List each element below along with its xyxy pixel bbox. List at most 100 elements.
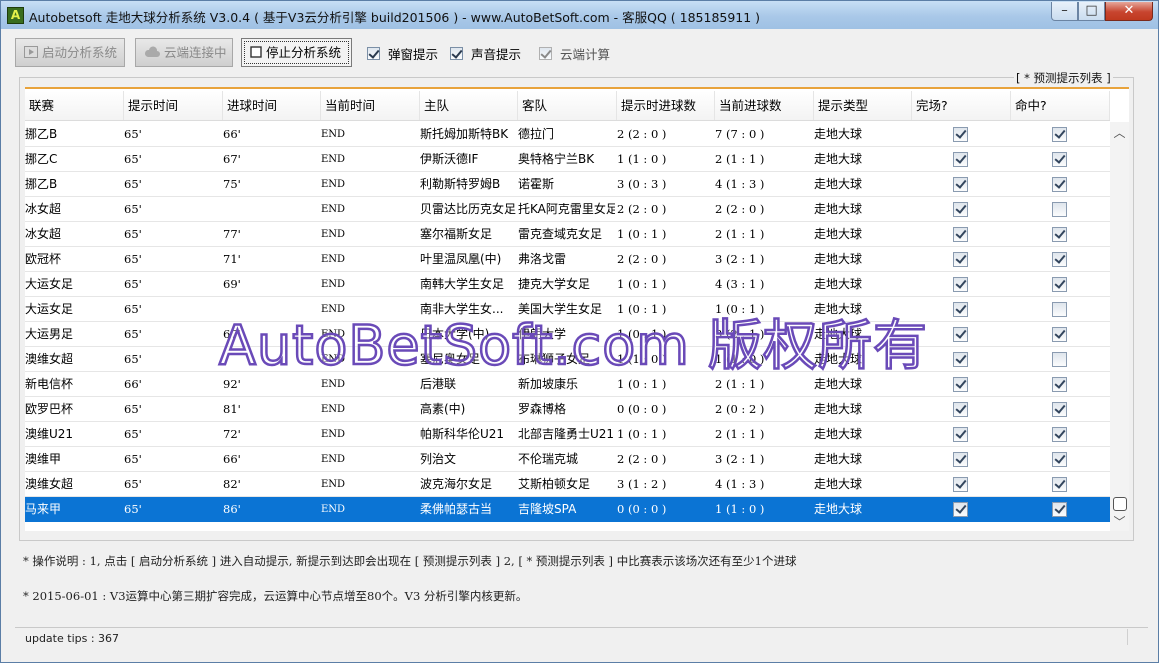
cell-home: 高素(中): [420, 402, 466, 416]
cell-cur-time: END: [321, 129, 346, 140]
table-row[interactable]: 挪乙C 65' 67' END 伊斯沃德IF 奥特格宁兰BK 1 (1 : 0 ) 2 (1 …: [25, 147, 1110, 172]
table-row[interactable]: 澳维女超 65' END 塞尼奥女足 布琳狮子女足 1 (1 : 0 ) 1 (1 : 0 …: [25, 347, 1110, 372]
table-row[interactable]: 冰女超 65' END 贝雷达比历克女足 托KA阿克雷里女足 2 (2 : 0 ) 2 (2…: [25, 197, 1110, 222]
checkbox-box[interactable]: [367, 47, 380, 60]
cell-cur-time: END: [321, 179, 346, 190]
vertical-scrollbar[interactable]: ︿ ﹀: [1110, 122, 1129, 531]
column-header[interactable]: 提示时间: [124, 91, 223, 120]
finished-checkbox[interactable]: [953, 177, 968, 192]
hit-checkbox[interactable]: [1052, 252, 1067, 267]
hit-checkbox[interactable]: [1052, 302, 1067, 317]
cell-tip-time: 65': [124, 127, 142, 141]
cloud-calc-checkbox: 云端计算: [539, 44, 610, 63]
hit-checkbox[interactable]: [1052, 227, 1067, 242]
finished-checkbox[interactable]: [953, 252, 968, 267]
cell-away: 德拉门: [518, 127, 555, 141]
cell-league: 马来甲: [25, 502, 62, 516]
scroll-down-icon[interactable]: ﹀: [1113, 513, 1126, 530]
column-header[interactable]: 提示时进球数: [617, 91, 715, 120]
table-row[interactable]: 欧冠杯 65' 71' END 叶里温凤凰(中) 弗洛戈雷 2 (2 : 0 ) 3 (2 :…: [25, 247, 1110, 272]
finished-checkbox[interactable]: [953, 152, 968, 167]
table-row[interactable]: 大运女足 65' 69' END 南韩大学生女足 捷克大学女足 1 (0 : 1 ) 4 (3…: [25, 272, 1110, 297]
column-header[interactable]: 客队: [518, 91, 617, 120]
start-analysis-button[interactable]: 启动分析系统: [15, 38, 125, 67]
hit-checkbox[interactable]: [1052, 177, 1067, 192]
table-row[interactable]: 挪乙B 65' 75' END 利勒斯特罗姆B 诺霍斯 3 (0 : 3 ) 4 (1 : 3…: [25, 172, 1110, 197]
finished-checkbox[interactable]: [953, 127, 968, 142]
scroll-thumb[interactable]: [1113, 497, 1127, 511]
column-header[interactable]: 当前进球数: [715, 91, 814, 120]
cell-goal-time: 75': [223, 177, 241, 191]
hit-checkbox[interactable]: [1052, 352, 1067, 367]
cell-league: 大运女足: [25, 277, 74, 291]
finished-checkbox[interactable]: [953, 227, 968, 242]
hit-checkbox[interactable]: [1052, 427, 1067, 442]
prediction-list[interactable]: 联赛 提示时间 进球时间 当前时间 主队 客队 提示时进球数 当前进球数 提示类…: [25, 87, 1129, 531]
cell-cur-score: 3 (2 : 1 ): [715, 327, 765, 341]
cell-cur-time: END: [321, 229, 346, 240]
finished-checkbox[interactable]: [953, 202, 968, 217]
hit-checkbox[interactable]: [1052, 502, 1067, 517]
table-row[interactable]: 澳维女超 65' 82' END 波克海尔女足 艾斯柏顿女足 3 (1 : 2 ) 4 (1 …: [25, 472, 1110, 497]
finished-checkbox[interactable]: [953, 277, 968, 292]
hit-checkbox[interactable]: [1052, 127, 1067, 142]
hit-checkbox[interactable]: [1052, 152, 1067, 167]
cell-home: 南韩大学生女足: [420, 277, 505, 291]
finished-checkbox[interactable]: [953, 302, 968, 317]
column-header[interactable]: 当前时间: [321, 91, 420, 120]
table-row[interactable]: 新电信杯 66' 92' END 后港联 新加坡康乐 1 (0 : 1 ) 2 (1 : 1 …: [25, 372, 1110, 397]
cell-cur-score: 4 (1 : 3 ): [715, 177, 765, 191]
cell-cur-time: END: [321, 429, 346, 440]
cell-tip-score: 1 (1 : 0 ): [617, 152, 667, 166]
checkbox-box[interactable]: [450, 47, 463, 60]
finished-checkbox[interactable]: [953, 477, 968, 492]
hit-checkbox[interactable]: [1052, 452, 1067, 467]
cloud-connect-label: 云端连接中: [164, 45, 227, 60]
table-row[interactable]: 澳维甲 65' 66' END 列治文 不伦瑞克城 2 (2 : 0 ) 3 (2 : 1 )…: [25, 447, 1110, 472]
close-button[interactable]: ✕: [1105, 2, 1153, 21]
stop-analysis-button[interactable]: 停止分析系统: [241, 38, 352, 67]
cell-away: 奥特格宁兰BK: [518, 152, 595, 166]
cell-league: 欧冠杯: [25, 252, 62, 266]
table-row[interactable]: 大运女足 65' END 南非大学生女... 美国大学生女足 1 (0 : 1 ) 1 (0…: [25, 297, 1110, 322]
table-row[interactable]: 马来甲 65' 86' END 柔佛帕瑟古当 吉隆坡SPA 0 (0 : 0 ) 1 (1 :…: [25, 497, 1110, 522]
finished-checkbox[interactable]: [953, 427, 968, 442]
column-header[interactable]: 联赛: [25, 91, 124, 120]
finished-checkbox[interactable]: [953, 452, 968, 467]
update-tips-count: update tips : 367: [25, 632, 120, 645]
popup-alert-checkbox[interactable]: 弹窗提示: [367, 44, 438, 63]
column-header[interactable]: 命中?: [1011, 91, 1110, 120]
scroll-up-icon[interactable]: ︿: [1113, 124, 1126, 141]
table-row[interactable]: 挪乙B 65' 66' END 斯托姆加斯特BK 德拉门 2 (2 : 0 ) 7 (7 : …: [25, 122, 1110, 147]
column-header[interactable]: 提示类型: [814, 91, 912, 120]
hit-checkbox[interactable]: [1052, 477, 1067, 492]
table-row[interactable]: 欧罗巴杯 65' 81' END 高素(中) 罗森博格 0 (0 : 0 ) 2 (0 : 2…: [25, 397, 1110, 422]
hit-checkbox[interactable]: [1052, 277, 1067, 292]
cell-goal-time: [223, 197, 320, 222]
hit-checkbox[interactable]: [1052, 377, 1067, 392]
table-row[interactable]: 澳维U21 65' 72' END 帕斯科华伦U21 北部吉隆勇士U21 1 (0 : 1 …: [25, 422, 1110, 447]
finished-checkbox[interactable]: [953, 502, 968, 517]
column-header[interactable]: 完场?: [912, 91, 1011, 120]
finished-checkbox[interactable]: [953, 402, 968, 417]
cell-cur-time: END: [321, 304, 346, 315]
cell-cur-time: END: [321, 329, 346, 340]
column-header[interactable]: 进球时间: [223, 91, 321, 120]
table-row[interactable]: 冰女超 65' 77' END 塞尔福斯女足 雷克查域克女足 1 (0 : 1 ) 2 (1 …: [25, 222, 1110, 247]
column-header[interactable]: 主队: [420, 91, 518, 120]
hit-checkbox[interactable]: [1052, 402, 1067, 417]
minimize-button[interactable]: –: [1051, 2, 1078, 21]
resize-grip[interactable]: [1127, 629, 1142, 645]
hit-checkbox[interactable]: [1052, 327, 1067, 342]
cell-away: 罗森博格: [518, 402, 567, 416]
play-icon: [24, 40, 38, 67]
table-row[interactable]: 大运男足 65' 67' END 日本大学(中) 伊朗大学 1 (0 : 1 ) 3 (2 :…: [25, 322, 1110, 347]
cloud-connect-button[interactable]: 云端连接中: [135, 38, 233, 67]
sound-alert-checkbox[interactable]: 声音提示: [450, 44, 521, 63]
finished-checkbox[interactable]: [953, 377, 968, 392]
cell-cur-score: 2 (1 : 1 ): [715, 377, 765, 391]
finished-checkbox[interactable]: [953, 352, 968, 367]
finished-checkbox[interactable]: [953, 327, 968, 342]
maximize-button[interactable]: □: [1078, 2, 1105, 21]
hit-checkbox[interactable]: [1052, 202, 1067, 217]
